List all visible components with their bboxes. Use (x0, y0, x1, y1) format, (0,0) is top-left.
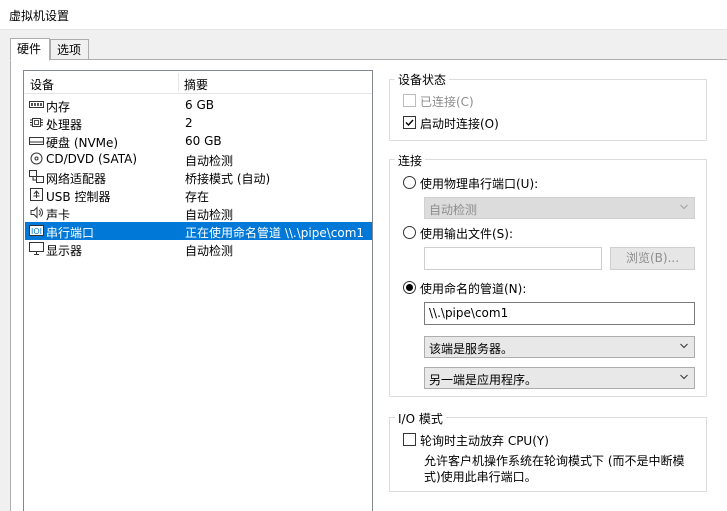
output-file-radio[interactable] (403, 226, 416, 239)
pipe-name-input[interactable]: \\.\pipe\com1 (424, 302, 695, 325)
window-title: 虚拟机设置 (9, 9, 70, 23)
device-summary: 6 GB (185, 98, 214, 112)
device-row-display[interactable]: 显示器 自动检测 (25, 240, 372, 258)
chevron-down-icon (680, 204, 688, 210)
checkmark-icon (405, 119, 414, 127)
column-header-summary[interactable]: 摘要 (184, 76, 208, 93)
device-row-harddisk[interactable]: 硬盘 (NVMe) 60 GB (25, 132, 372, 150)
pipe-end-select-value: 该端是服务器。 (429, 342, 514, 356)
named-pipe-label: 使用命名的管道(N): (420, 282, 527, 296)
harddisk-icon (29, 137, 44, 145)
io-mode-label: I/O 模式 (395, 410, 446, 427)
usb-icon (30, 188, 43, 201)
network-adapter-icon (29, 170, 44, 183)
device-row-usb-controller[interactable]: USB 控制器 存在 (25, 186, 372, 204)
device-name: 内存 (46, 100, 71, 114)
device-summary: 自动检测 (185, 154, 234, 168)
physical-port-label: 使用物理串行端口(U): (420, 177, 539, 191)
device-summary: 60 GB (185, 134, 222, 148)
io-mode-description: 允许客户机操作系统在轮询模式下 (而不是中断模式)使用此串行端口。 (424, 454, 685, 484)
tab-options[interactable]: 选项 (50, 39, 89, 60)
device-summary: 自动检测 (185, 244, 234, 258)
device-row-sound-card[interactable]: 声卡 自动检测 (25, 204, 372, 222)
device-row-cd-dvd[interactable]: CD/DVD (SATA) 自动检测 (25, 150, 372, 168)
connect-at-power-on-label: 启动时连接(O) (420, 117, 499, 131)
yield-cpu-checkbox[interactable] (403, 433, 416, 446)
connect-at-power-on-checkbox[interactable] (403, 116, 416, 129)
device-name: 硬盘 (NVMe) (46, 136, 119, 150)
output-file-input[interactable] (424, 247, 602, 270)
tab-hardware[interactable]: 硬件 (10, 38, 50, 61)
yield-cpu-label: 轮询时主动放弃 CPU(Y) (420, 434, 549, 448)
device-name: 处理器 (46, 118, 83, 132)
processor-icon (30, 118, 43, 127)
connection-label: 连接 (395, 152, 426, 169)
serial-port-icon: IOI (29, 225, 44, 236)
physical-port-select[interactable]: 自动检测 (424, 197, 695, 219)
memory-icon (29, 101, 44, 108)
pipe-other-end-select-value: 另一端是应用程序。 (429, 373, 538, 387)
device-summary: 正在使用命名管道 \\.\pipe\com1 (185, 226, 365, 240)
device-row-processor[interactable]: 处理器 2 (25, 114, 372, 132)
pipe-other-end-select[interactable]: 另一端是应用程序。 (424, 367, 695, 389)
device-list[interactable]: 设备 摘要 内存 6 GB 处理器 2 硬盘 (NVMe) 60 GB CD/D… (23, 70, 373, 511)
chevron-down-icon (680, 343, 688, 349)
connection-group (389, 159, 707, 397)
device-list-header: 设备 摘要 (24, 71, 372, 94)
output-file-label: 使用输出文件(S): (420, 227, 514, 241)
title-bar: 虚拟机设置 (0, 0, 727, 30)
pipe-end-select[interactable]: 该端是服务器。 (424, 336, 695, 358)
device-name: 声卡 (46, 208, 71, 222)
device-row-serial-port[interactable]: IOI 串行端口 正在使用命名管道 \\.\pipe\com1 (25, 222, 372, 240)
display-icon (29, 242, 44, 255)
device-summary: 存在 (185, 190, 210, 204)
connected-checkbox[interactable] (403, 94, 416, 107)
named-pipe-radio[interactable] (403, 281, 416, 294)
chevron-down-icon (680, 374, 688, 380)
device-name: 网络适配器 (46, 172, 107, 186)
physical-port-radio[interactable] (403, 176, 416, 189)
device-name: 显示器 (46, 244, 83, 258)
device-status-label: 设备状态 (395, 71, 450, 88)
device-name: USB 控制器 (46, 190, 111, 204)
device-row-memory[interactable]: 内存 6 GB (25, 96, 372, 114)
device-summary: 桥接模式 (自动) (185, 172, 271, 186)
device-summary: 2 (185, 116, 193, 130)
column-divider (178, 73, 179, 91)
device-name: 串行端口 (46, 226, 95, 240)
svg-text:IOI: IOI (31, 227, 42, 236)
device-name: CD/DVD (SATA) (46, 152, 138, 166)
pipe-name-value: \\.\pipe\com1 (429, 306, 509, 320)
physical-port-select-value: 自动检测 (429, 203, 478, 217)
browse-button[interactable]: 浏览(B)... (610, 247, 695, 270)
cd-dvd-icon (30, 152, 43, 165)
sound-card-icon (30, 206, 43, 219)
device-row-network-adapter[interactable]: 网络适配器 桥接模式 (自动) (25, 168, 372, 186)
device-summary: 自动检测 (185, 208, 234, 222)
connected-label: 已连接(C) (420, 95, 474, 109)
column-header-device[interactable]: 设备 (30, 76, 54, 93)
